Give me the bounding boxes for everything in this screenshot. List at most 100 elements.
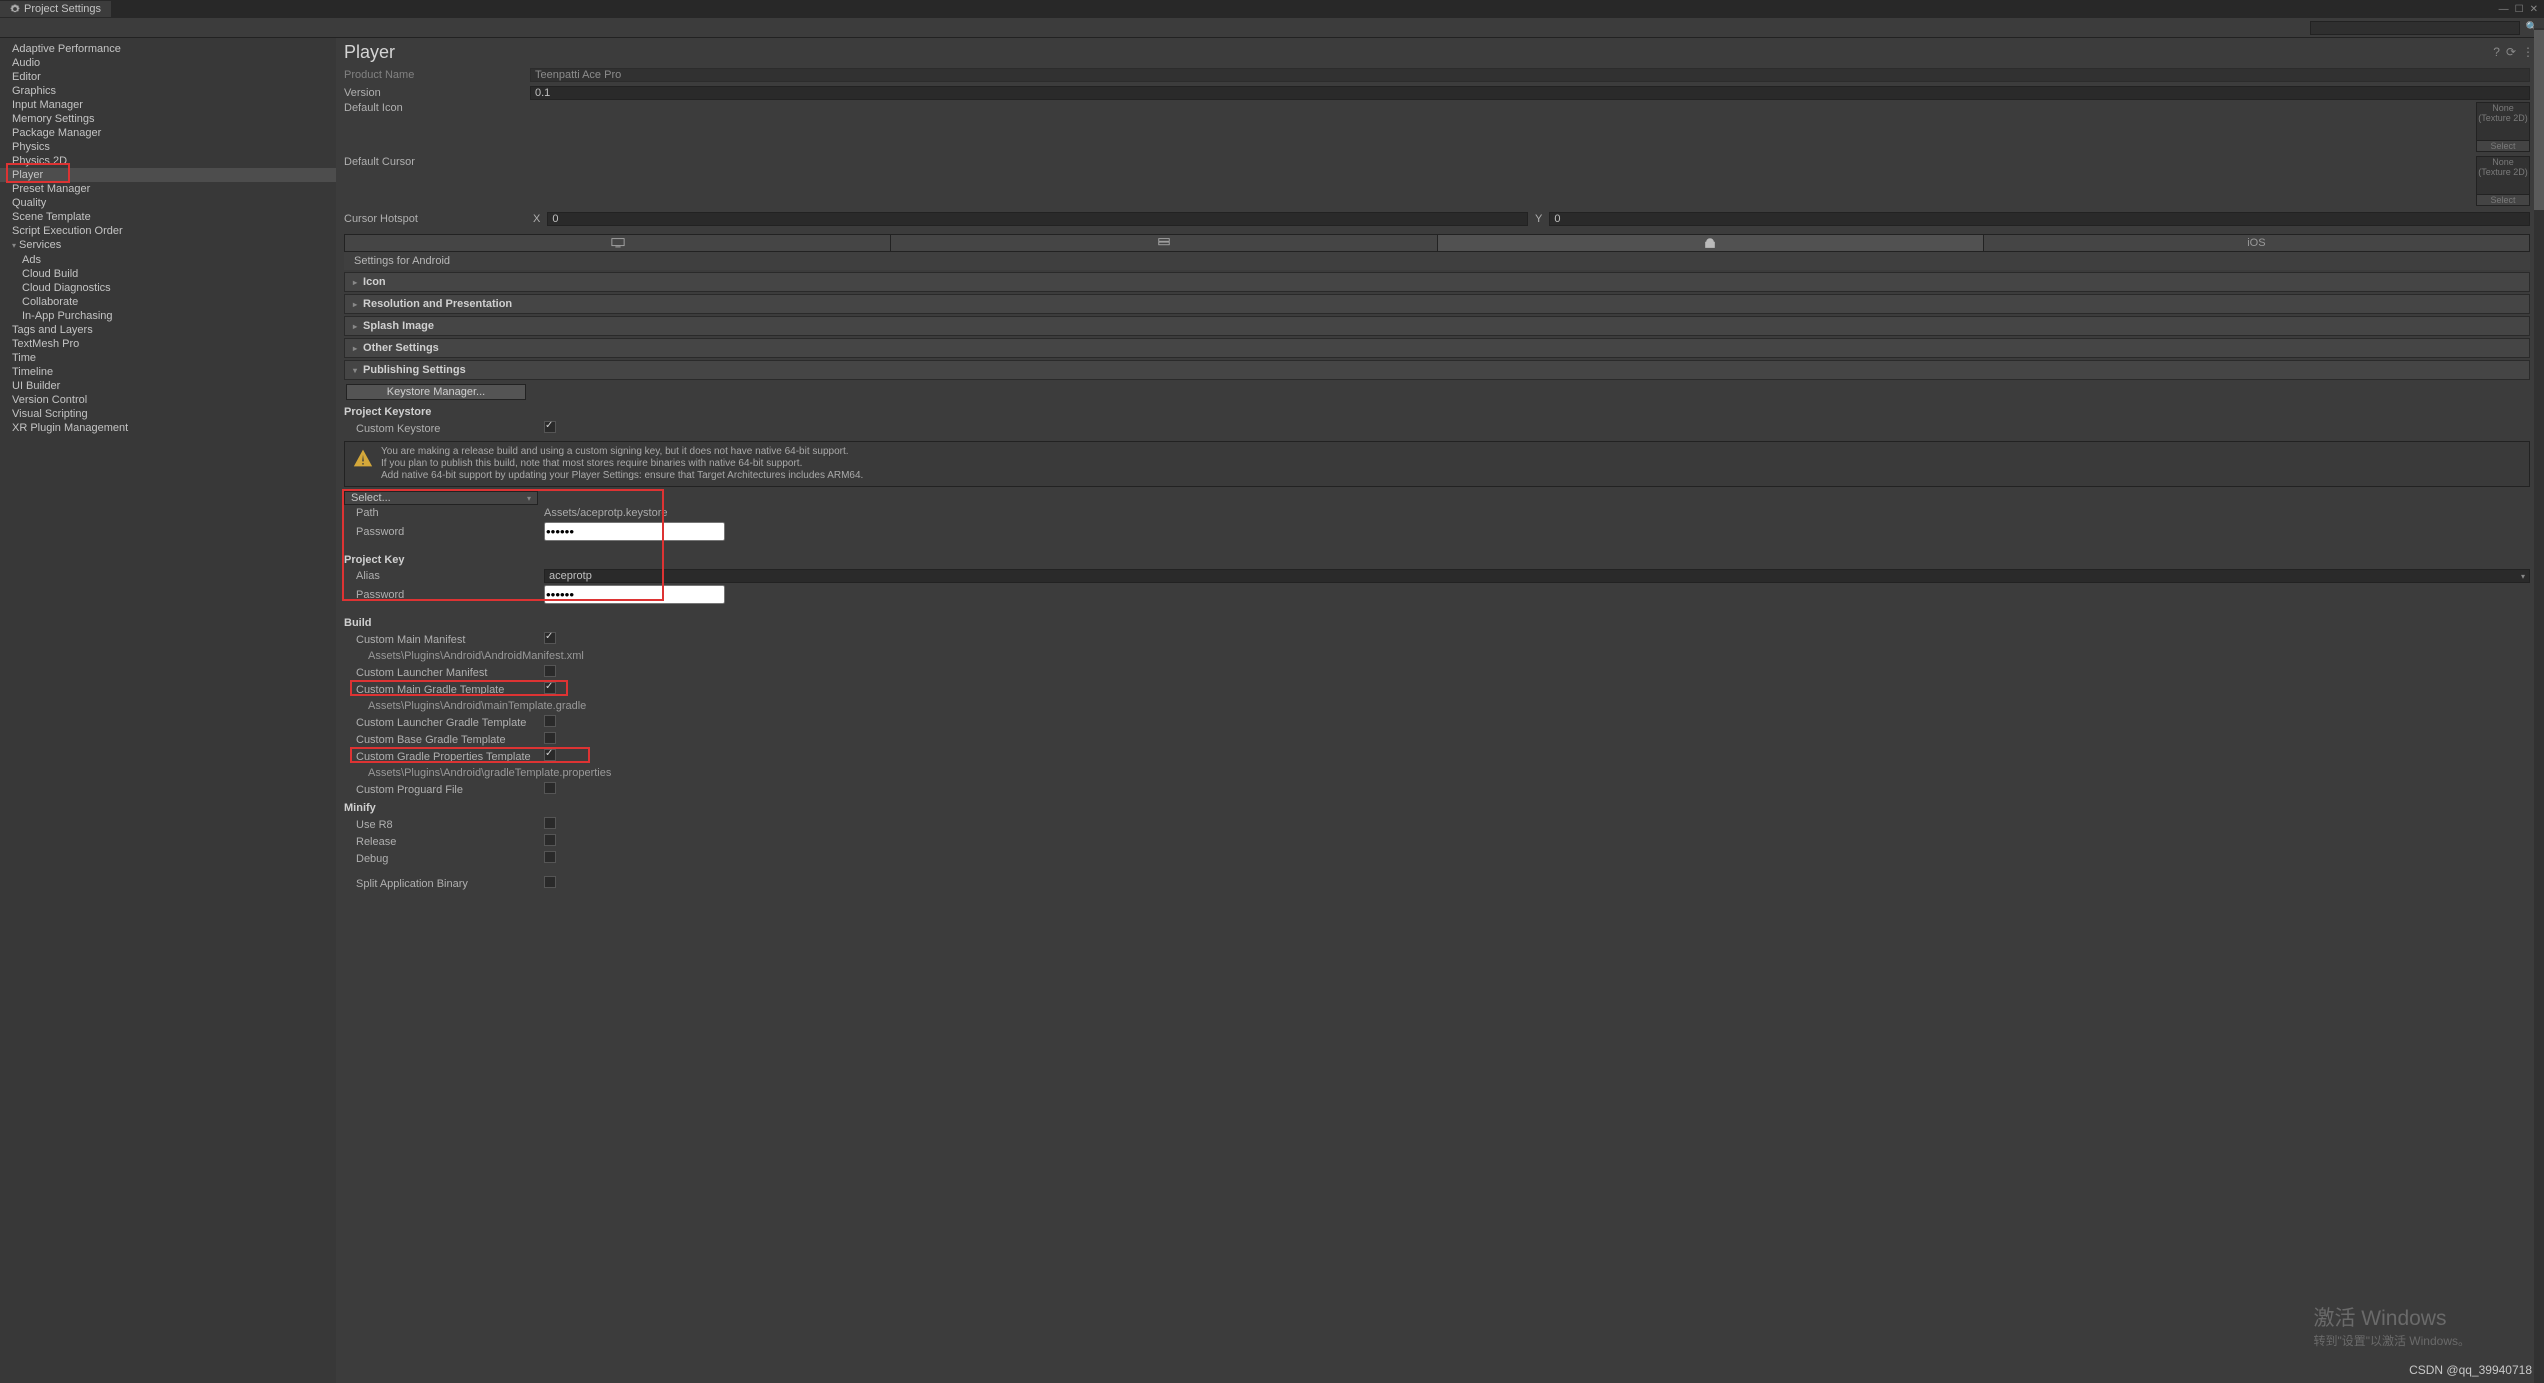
custom-base-gradle-label: Custom Base Gradle Template (356, 734, 544, 746)
sidebar-item-physics-2d[interactable]: Physics 2D (0, 154, 336, 168)
x-label: X (530, 213, 543, 225)
close-button[interactable]: ✕ (2530, 4, 2538, 15)
sidebar-item-physics[interactable]: Physics (0, 140, 336, 154)
monitor-icon (611, 237, 625, 249)
keystore-password-label: Password (356, 526, 544, 538)
minify-release-label: Release (356, 836, 544, 848)
alias-label: Alias (356, 570, 544, 582)
tab-server[interactable] (891, 235, 1437, 251)
tab-standalone[interactable] (345, 235, 891, 251)
keystore-path-value: Assets/aceprotp.keystore (544, 507, 2530, 519)
sidebar-item-preset-manager[interactable]: Preset Manager (0, 182, 336, 196)
foldout-icon[interactable]: Icon (344, 272, 2530, 292)
android-settings-header: Settings for Android (344, 252, 2530, 270)
custom-gradle-props-checkbox[interactable] (544, 749, 556, 761)
minimize-button[interactable]: — (2499, 4, 2509, 15)
scrollbar[interactable] (2534, 28, 2544, 1383)
sidebar-item-timeline[interactable]: Timeline (0, 365, 336, 379)
y-label: Y (1532, 213, 1545, 225)
default-icon-picker[interactable]: None (Texture 2D) Select (2476, 102, 2530, 152)
maximize-button[interactable]: ☐ (2515, 4, 2524, 15)
custom-main-manifest-label: Custom Main Manifest (356, 634, 544, 646)
sidebar-item-memory-settings[interactable]: Memory Settings (0, 112, 336, 126)
sidebar-item-audio[interactable]: Audio (0, 56, 336, 70)
warning-icon (353, 448, 373, 468)
sidebar-item-package-manager[interactable]: Package Manager (0, 126, 336, 140)
menu-icon[interactable]: ⋮ (2522, 45, 2534, 59)
version-input[interactable] (530, 86, 2530, 100)
hotspot-y-input[interactable] (1549, 212, 2530, 226)
foldout-resolution[interactable]: Resolution and Presentation (344, 294, 2530, 314)
keystore-password-input[interactable] (544, 522, 725, 541)
use-r8-label: Use R8 (356, 819, 544, 831)
custom-main-gradle-label: Custom Main Gradle Template (356, 684, 544, 696)
help-icon[interactable]: ? (2493, 45, 2500, 59)
custom-main-gradle-checkbox[interactable] (544, 682, 556, 694)
sidebar-item-textmesh-pro[interactable]: TextMesh Pro (0, 337, 336, 351)
publishing-section: Keystore Manager... Project Keystore Cus… (344, 382, 2530, 892)
minify-release-checkbox[interactable] (544, 834, 556, 846)
tab-ios[interactable]: iOS (1984, 235, 2529, 251)
sidebar-item-time[interactable]: Time (0, 351, 336, 365)
minify-debug-label: Debug (356, 853, 544, 865)
custom-base-gradle-checkbox[interactable] (544, 732, 556, 744)
build-header: Build (344, 613, 2530, 631)
custom-proguard-checkbox[interactable] (544, 782, 556, 794)
custom-gradle-props-path: Assets\Plugins\Android\gradleTemplate.pr… (344, 765, 2530, 781)
alias-dropdown[interactable]: aceprotp (544, 569, 2530, 583)
default-cursor-picker[interactable]: None (Texture 2D) Select (2476, 156, 2530, 206)
sidebar-item-cloud-build[interactable]: Cloud Build (0, 267, 336, 281)
custom-launcher-gradle-label: Custom Launcher Gradle Template (356, 717, 544, 729)
tab-android[interactable] (1438, 235, 1984, 251)
key-password-input[interactable] (544, 585, 725, 604)
android-icon (1703, 237, 1717, 249)
page-title: Player (344, 42, 395, 63)
product-name-input[interactable] (530, 68, 2530, 82)
sidebar-item-ads[interactable]: Ads (0, 253, 336, 267)
minify-debug-checkbox[interactable] (544, 851, 556, 863)
custom-keystore-label: Custom Keystore (356, 423, 544, 435)
custom-launcher-manifest-checkbox[interactable] (544, 665, 556, 677)
sidebar-item-adaptive-performance[interactable]: Adaptive Performance (0, 42, 336, 56)
hotspot-x-input[interactable] (547, 212, 1528, 226)
project-key-header: Project Key (344, 550, 2530, 568)
foldout-publishing[interactable]: Publishing Settings (344, 360, 2530, 380)
search-input[interactable] (2310, 21, 2520, 35)
sidebar-item-editor[interactable]: Editor (0, 70, 336, 84)
sidebar-item-xr-plugin-management[interactable]: XR Plugin Management (0, 421, 336, 435)
version-label: Version (344, 87, 530, 99)
split-binary-checkbox[interactable] (544, 876, 556, 888)
use-r8-checkbox[interactable] (544, 817, 556, 829)
sidebar-item-visual-scripting[interactable]: Visual Scripting (0, 407, 336, 421)
sidebar-item-player[interactable]: Player (0, 168, 336, 182)
sidebar-item-in-app-purchasing[interactable]: In-App Purchasing (0, 309, 336, 323)
window-tab[interactable]: Project Settings (0, 1, 111, 17)
sidebar-item-scene-template[interactable]: Scene Template (0, 210, 336, 224)
sidebar-item-ui-builder[interactable]: UI Builder (0, 379, 336, 393)
split-binary-label: Split Application Binary (356, 878, 544, 890)
custom-main-manifest-checkbox[interactable] (544, 632, 556, 644)
sidebar-item-collaborate[interactable]: Collaborate (0, 295, 336, 309)
warning-box: You are making a release build and using… (344, 441, 2530, 487)
reset-icon[interactable]: ⟳ (2506, 45, 2516, 59)
key-password-label: Password (356, 589, 544, 601)
sidebar-item-graphics[interactable]: Graphics (0, 84, 336, 98)
sidebar-item-input-manager[interactable]: Input Manager (0, 98, 336, 112)
foldout-splash[interactable]: Splash Image (344, 316, 2530, 336)
sidebar-item-services[interactable]: Services (0, 238, 336, 253)
sidebar-item-script-execution-order[interactable]: Script Execution Order (0, 224, 336, 238)
keystore-select-dropdown[interactable]: Select... (344, 491, 538, 505)
keystore-path-label: Path (356, 507, 544, 519)
custom-proguard-label: Custom Proguard File (356, 784, 544, 796)
keystore-manager-button[interactable]: Keystore Manager... (346, 384, 526, 400)
foldout-other[interactable]: Other Settings (344, 338, 2530, 358)
sidebar-item-quality[interactable]: Quality (0, 196, 336, 210)
custom-launcher-gradle-checkbox[interactable] (544, 715, 556, 727)
sidebar-item-tags-and-layers[interactable]: Tags and Layers (0, 323, 336, 337)
product-name-label: Product Name (344, 69, 530, 81)
sidebar-item-version-control[interactable]: Version Control (0, 393, 336, 407)
sidebar-item-cloud-diagnostics[interactable]: Cloud Diagnostics (0, 281, 336, 295)
window-title: Project Settings (24, 3, 101, 15)
project-keystore-header: Project Keystore (344, 402, 2530, 420)
custom-keystore-checkbox[interactable] (544, 421, 556, 433)
